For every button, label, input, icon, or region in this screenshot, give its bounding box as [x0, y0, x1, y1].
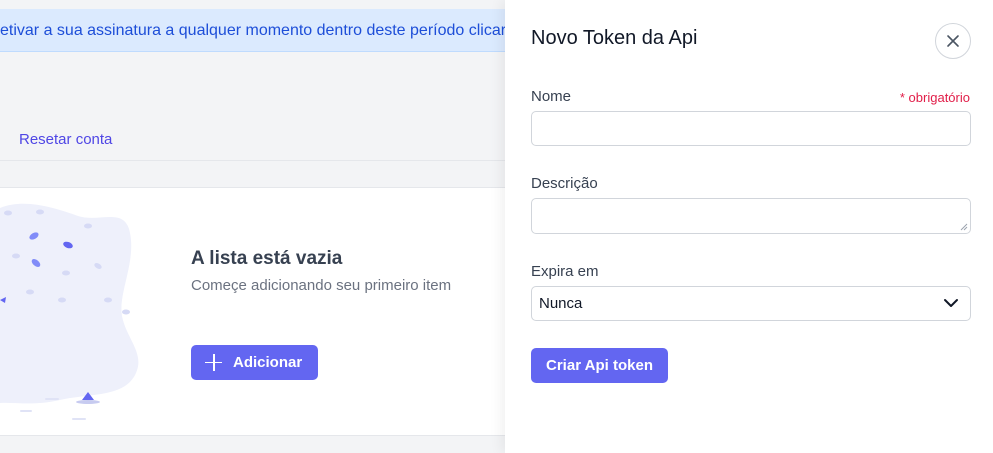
banner-text: etivar a sua assinatura a qualquer momen…: [0, 22, 507, 39]
close-icon: [947, 35, 959, 47]
expires-selected-value: Nunca: [539, 295, 583, 312]
panel-title: Novo Token da Api: [531, 27, 698, 49]
name-input[interactable]: [531, 111, 971, 146]
empty-list-illustration: [0, 203, 139, 420]
close-button[interactable]: [935, 23, 971, 59]
name-label: Nome: [531, 88, 572, 105]
create-api-token-button[interactable]: Criar Api token: [531, 348, 668, 383]
expires-select[interactable]: Nunca: [531, 286, 971, 321]
required-indicator: * obrigatório: [899, 90, 970, 105]
resize-handle-icon[interactable]: [960, 223, 968, 231]
empty-state-description: Começe adicionando seu primeiro item: [191, 277, 452, 294]
empty-state-card: A lista está vazia Começe adicionando se…: [0, 187, 505, 436]
plus-icon: [205, 354, 222, 371]
divider: [0, 160, 505, 161]
expires-label: Expira em: [531, 263, 599, 280]
new-api-token-panel: Novo Token da Api Nome * obrigatório Des…: [505, 0, 993, 453]
reset-account-link[interactable]: Resetar conta: [19, 131, 112, 148]
description-textarea[interactable]: [531, 198, 971, 234]
description-label: Descrição: [531, 175, 598, 192]
chevron-down-icon: [944, 299, 958, 307]
empty-state-title: A lista está vazia: [191, 248, 343, 269]
subscription-banner: etivar a sua assinatura a qualquer momen…: [0, 9, 510, 52]
add-button[interactable]: Adicionar: [191, 345, 318, 380]
add-button-label: Adicionar: [233, 354, 303, 371]
